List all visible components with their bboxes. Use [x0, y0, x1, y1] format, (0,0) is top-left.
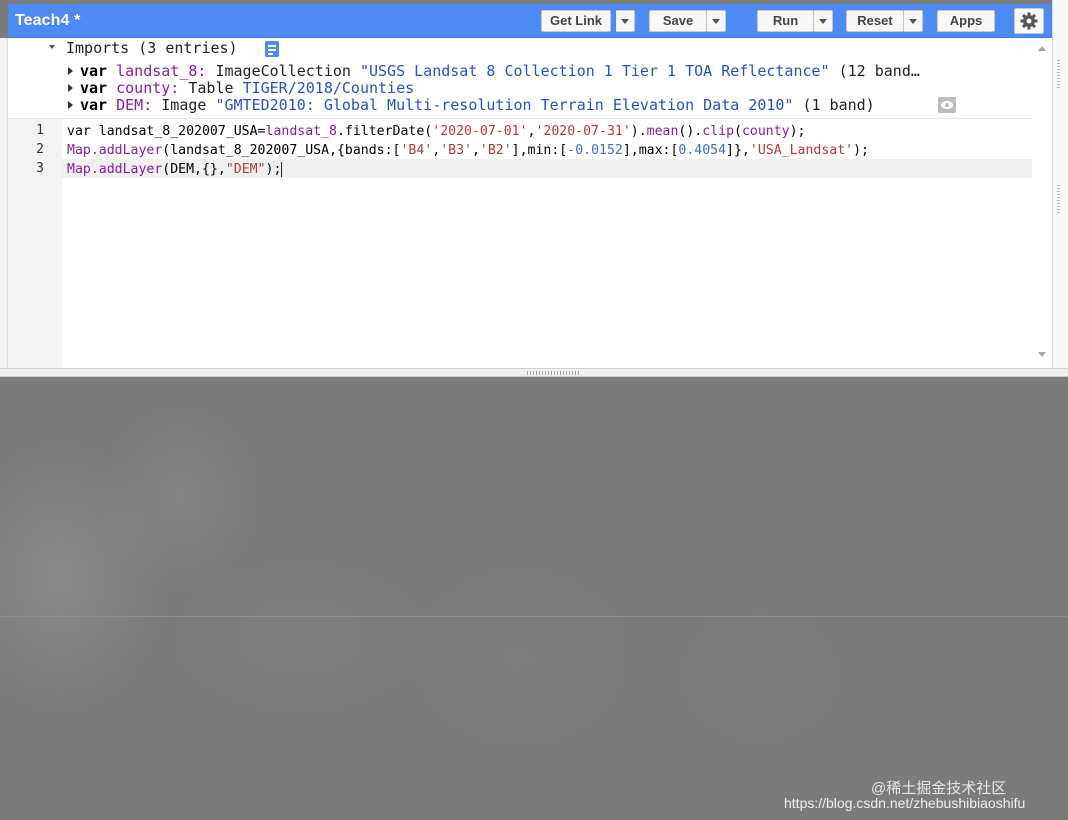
code-token: ]},: [726, 143, 750, 158]
settings-button[interactable]: [1014, 8, 1044, 34]
code-editor[interactable]: 1 2 3 var landsat_8_202007_USA=landsat_8…: [8, 118, 1032, 369]
import-value[interactable]: TIGER/2018/Counties: [243, 79, 415, 97]
show-generated-code-icon[interactable]: [265, 41, 279, 57]
import-extra: (12 band…: [838, 62, 920, 80]
code-token: (DEM,{},: [162, 162, 226, 177]
line-number-gutter: 1 2 3: [8, 119, 62, 369]
code-token: (landsat_8_202007_USA,{bands:[: [162, 143, 401, 158]
dem-layer-render: [0, 377, 900, 820]
code-token: (: [734, 124, 742, 139]
get-link-button[interactable]: Get Link: [541, 10, 611, 32]
code-token: '2020-07-31': [535, 124, 631, 139]
watermark-url: https://blog.csdn.net/zhebushibiaoshifu: [784, 795, 1026, 811]
code-token: );: [265, 162, 282, 177]
save-dropdown-button[interactable]: [707, 10, 726, 32]
code-token: 'B3': [440, 143, 472, 158]
import-keyword: var: [80, 79, 108, 97]
line-number: 1: [36, 123, 44, 138]
editor-scrollbar[interactable]: [1032, 38, 1052, 368]
scroll-down-icon[interactable]: [1038, 352, 1046, 357]
code-token: -0.0152: [567, 143, 623, 158]
code-token: 'B2': [479, 143, 512, 158]
code-token: var landsat_8_202007_USA=: [67, 124, 266, 139]
chevron-down-icon: [819, 19, 827, 24]
apps-button[interactable]: Apps: [937, 10, 995, 32]
map-editor-splitter[interactable]: [0, 368, 1068, 377]
line-number: 3: [36, 161, 44, 176]
code-line-1[interactable]: var landsat_8_202007_USA=landsat_8.filte…: [67, 122, 806, 141]
expand-arrow-icon[interactable]: [68, 84, 73, 92]
import-extra: (1 band): [802, 96, 875, 114]
chevron-down-icon: [621, 19, 629, 24]
import-name[interactable]: county:: [116, 79, 179, 97]
line-number: 2: [36, 142, 44, 157]
code-token: ).: [630, 124, 647, 139]
run-dropdown-button[interactable]: [814, 10, 833, 32]
code-token: ],max:[: [622, 143, 679, 158]
save-button[interactable]: Save: [649, 10, 707, 32]
import-value[interactable]: "GMTED2010: Global Multi-resolution Terr…: [215, 96, 793, 114]
text-cursor: [281, 161, 283, 177]
chevron-down-icon: [909, 19, 917, 24]
expand-arrow-icon[interactable]: [68, 101, 73, 109]
chevron-down-icon: [712, 19, 720, 24]
import-type: Table: [188, 79, 234, 97]
run-button[interactable]: Run: [757, 10, 814, 32]
reset-button[interactable]: Reset: [846, 10, 904, 32]
import-keyword: var: [80, 96, 108, 114]
code-token: 'USA_Landsat': [749, 143, 854, 158]
code-token: mean: [646, 124, 679, 139]
code-token: ,: [432, 143, 441, 158]
script-title: Teach4 *: [15, 12, 81, 29]
code-token: '2020-07-01': [432, 124, 528, 139]
code-token: Map.addLayer: [67, 143, 163, 158]
code-token: clip: [702, 124, 735, 139]
import-value[interactable]: "USGS Landsat 8 Collection 1 Tier 1 TOA …: [360, 62, 830, 80]
code-token: 'B4': [400, 143, 433, 158]
code-token: Map.addLayer: [67, 162, 163, 177]
tile-seam: [0, 616, 1068, 617]
import-type: ImageCollection: [215, 62, 351, 80]
code-token: 0.4054: [678, 143, 727, 158]
import-keyword: var: [80, 62, 108, 80]
code-token: county: [741, 124, 790, 139]
reset-dropdown-button[interactable]: [904, 10, 923, 32]
code-line-2[interactable]: Map.addLayer(landsat_8_202007_USA,{bands…: [67, 141, 869, 160]
resize-grip-icon[interactable]: [1057, 185, 1060, 215]
code-token: ().: [678, 124, 703, 139]
resize-grip-icon[interactable]: [1057, 60, 1060, 90]
gear-icon: [1020, 12, 1038, 30]
scroll-up-icon[interactable]: [1038, 46, 1046, 51]
left-resize-strip[interactable]: [0, 38, 8, 368]
code-token: ],min:[: [511, 143, 568, 158]
expand-arrow-icon[interactable]: [68, 67, 73, 75]
resize-grip-icon[interactable]: [527, 371, 579, 375]
code-token: .filterDate(: [336, 124, 433, 139]
import-name[interactable]: DEM:: [116, 96, 152, 114]
script-header-bar: Teach4 * Get Link Save Run Reset Apps: [8, 4, 1052, 38]
code-token: "DEM": [225, 162, 266, 177]
code-token: );: [789, 124, 806, 139]
imports-header[interactable]: Imports (3 entries): [66, 40, 238, 57]
code-token: landsat_8: [265, 124, 337, 139]
gee-code-editor: Teach4 * Get Link Save Run Reset Apps Im…: [0, 0, 1068, 820]
import-name[interactable]: landsat_8:: [116, 62, 206, 80]
code-token: ,: [471, 143, 480, 158]
code-token: );: [853, 143, 869, 158]
map-view[interactable]: @稀土掘金技术社区 https://blog.csdn.net/zhebushi…: [0, 377, 1068, 820]
import-type: Image: [161, 96, 207, 114]
imports-panel: Imports (3 entries) var landsat_8: Image…: [8, 38, 1032, 118]
eye-icon[interactable]: [938, 97, 956, 113]
get-link-dropdown-button[interactable]: [616, 10, 635, 32]
right-resize-strip[interactable]: [1052, 0, 1068, 370]
collapse-imports-icon[interactable]: [49, 45, 55, 49]
code-line-3[interactable]: Map.addLayer(DEM,{},"DEM");: [67, 160, 283, 179]
